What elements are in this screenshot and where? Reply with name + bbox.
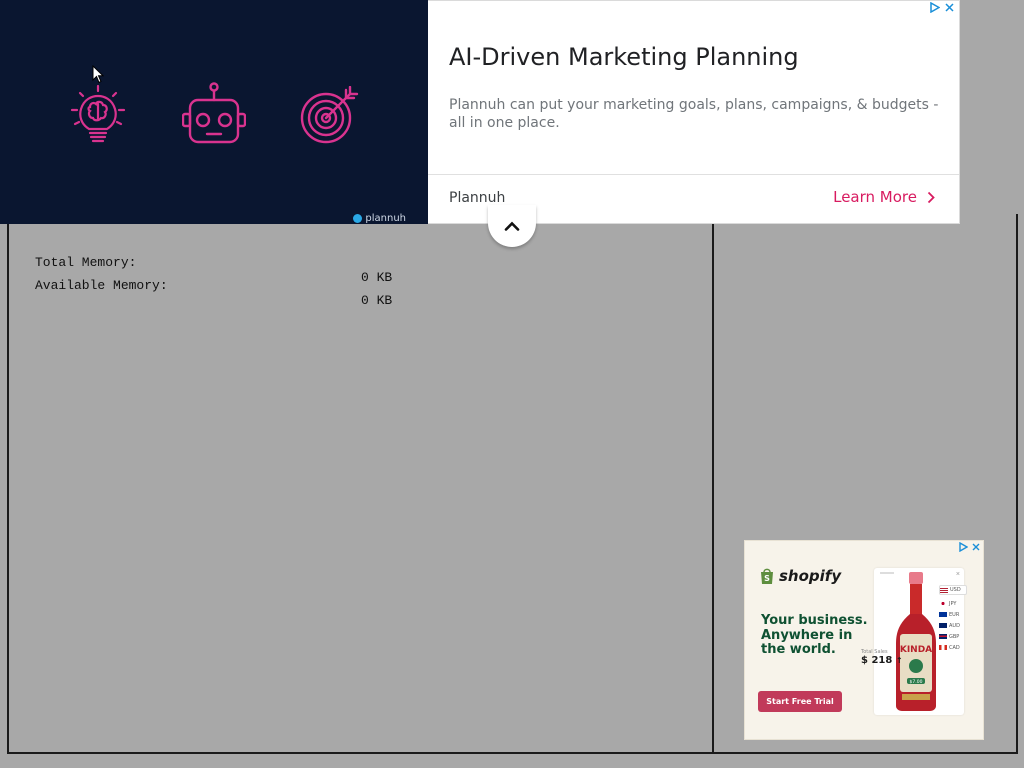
ad-watermark-text: plannuh	[365, 213, 406, 224]
learn-more-button[interactable]: Learn More	[833, 188, 935, 206]
close-ad-icon[interactable]	[944, 2, 955, 13]
currency-item: CAD	[939, 642, 967, 653]
product-label-text: KINDA	[900, 645, 932, 655]
ad-choices[interactable]	[929, 2, 955, 13]
total-memory-value: 0 KB	[361, 270, 393, 285]
flag-gb-icon	[939, 634, 947, 639]
mouse-cursor-icon	[92, 65, 105, 84]
flag-jp-icon	[939, 601, 947, 606]
chevron-up-icon	[504, 221, 520, 231]
ad-choices-icon[interactable]	[929, 2, 940, 13]
ad-watermark: plannuh	[353, 213, 406, 224]
flag-ca-icon	[939, 645, 947, 650]
main-panel: Total Memory: 0 KB Available Memory: 0 K…	[7, 214, 714, 754]
shopify-tagline: Your business. Anywhere in the world.	[761, 613, 868, 657]
currency-list: USD JPY EUR AUD GBP CAD	[939, 585, 967, 653]
hot-sauce-bottle-icon: KINDA $7.00	[896, 572, 936, 711]
available-memory-row: Available Memory: 0 KB	[35, 263, 392, 323]
shopify-brand: shopify	[779, 567, 842, 585]
top-banner-ad[interactable]: plannuh AI-Driven Marketing Planning Pla…	[0, 0, 960, 224]
target-icon	[300, 86, 359, 144]
ad-advertiser: Plannuh	[449, 190, 506, 206]
shopify-ad-choices[interactable]	[958, 542, 981, 552]
available-memory-value: 0 KB	[361, 293, 393, 308]
currency-label: AUD	[949, 622, 960, 629]
currency-label: GBP	[949, 633, 960, 640]
flag-us-icon	[940, 587, 948, 593]
ad-visual[interactable]: plannuh	[0, 0, 428, 224]
shopify-ad[interactable]: S shopify Your business. Anywhere in the…	[744, 540, 984, 740]
currency-selector[interactable]: USD	[939, 585, 967, 595]
currency-selected: USD	[950, 587, 961, 593]
ad-body: Plannuh can put your marketing goals, pl…	[449, 97, 939, 131]
flag-au-icon	[939, 623, 947, 628]
currency-label: JPY	[949, 600, 957, 607]
currency-item: EUR	[939, 609, 967, 620]
ad-text-panel[interactable]: AI-Driven Marketing Planning Plannuh can…	[428, 0, 960, 224]
learn-more-label: Learn More	[833, 188, 917, 206]
svg-text:S: S	[764, 574, 770, 583]
card-placeholder-line	[880, 572, 894, 574]
start-free-trial-button[interactable]: Start Free Trial	[758, 691, 842, 712]
lightbulb-brain-icon	[70, 84, 126, 143]
shopping-bag-icon: S	[761, 568, 773, 584]
close-ad-icon[interactable]	[971, 542, 981, 552]
card-close-icon: ×	[955, 571, 960, 578]
available-memory-label: Available Memory:	[35, 278, 168, 293]
ad-divider	[428, 174, 959, 175]
currency-item: GBP	[939, 631, 967, 642]
ad-headline[interactable]: AI-Driven Marketing Planning	[449, 43, 799, 71]
product-price-text: $7.00	[910, 679, 923, 685]
total-sales-amount: $ 218	[861, 655, 893, 666]
shopify-logo: S shopify	[759, 567, 841, 585]
plannuh-logo-icon	[353, 214, 363, 223]
currency-item: AUD	[939, 620, 967, 631]
arrow-up-icon: ↑	[895, 656, 903, 665]
ad-choices-icon[interactable]	[958, 542, 968, 552]
currency-label: CAD	[949, 644, 960, 651]
currency-label: EUR	[949, 611, 960, 618]
chevron-right-icon	[927, 191, 935, 203]
currency-item: JPY	[939, 598, 967, 609]
robot-icon	[182, 82, 246, 144]
total-sales-value: $ 218 ↑	[861, 655, 903, 666]
flag-eu-icon	[939, 612, 947, 617]
